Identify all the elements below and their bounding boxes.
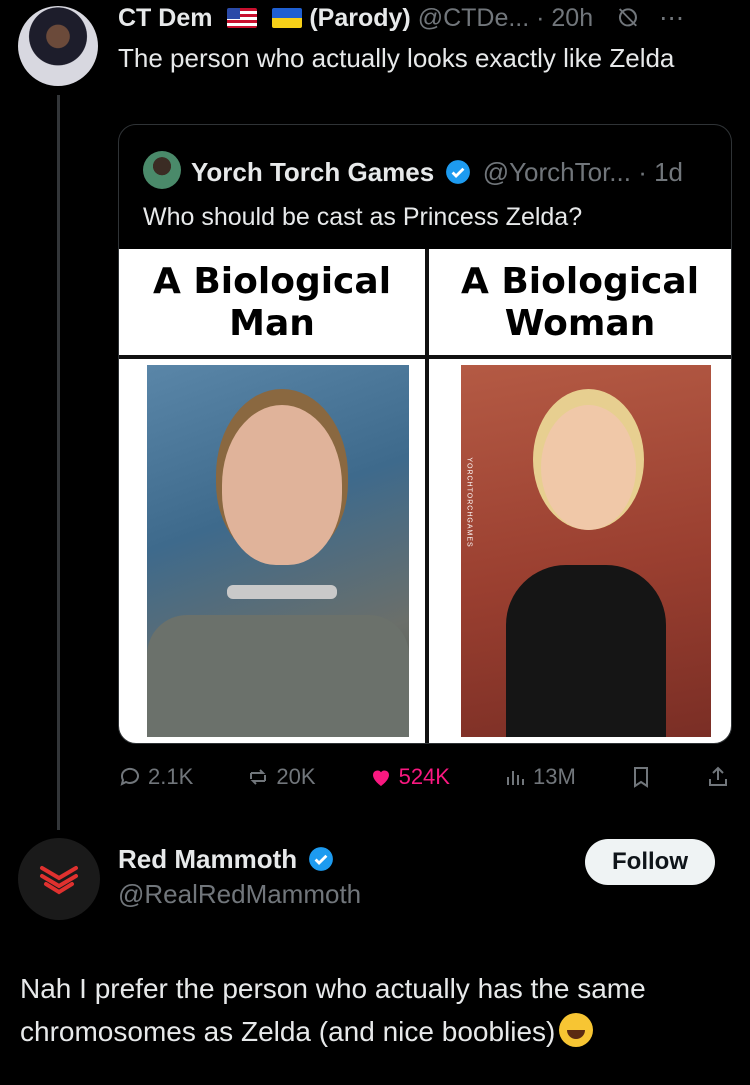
follow-button[interactable]: Follow [585, 839, 715, 885]
heart-icon [372, 770, 389, 786]
meme-watermark: YORCHTORCHGAMES [465, 457, 473, 548]
repost-icon [250, 769, 267, 785]
reply-text: Nah I prefer the person who actually has… [20, 973, 646, 1047]
reply-button[interactable]: 2.1K [118, 764, 193, 790]
thread-line [57, 95, 60, 830]
verified-icon [446, 160, 471, 184]
bookmark-icon [633, 767, 648, 788]
quote-text: Who should be cast as Princess Zelda? [143, 203, 583, 231]
action-bar: 2.1K 20K 524K 13M [118, 760, 730, 794]
author-handle-time[interactable]: @CTDe... · 20h [418, 4, 593, 32]
tweet-header: CT Dem (Parody) @CTDe... · 20h ⦰ ⋯ [118, 3, 684, 33]
verified-icon [309, 847, 334, 871]
view-count: 13M [533, 764, 576, 789]
like-count: 524K [398, 764, 450, 789]
reply-icon [120, 767, 139, 786]
quote-header: Yorch Torch Games @YorchTor... · 1d [143, 151, 683, 189]
avatar[interactable] [18, 6, 98, 86]
right-photo [461, 365, 711, 737]
repost-button[interactable]: 20K [246, 764, 316, 790]
reply-count: 2.1K [148, 764, 194, 789]
quote-avatar [143, 151, 181, 189]
quote-handle-time: @YorchTor... · 1d [482, 157, 683, 187]
author-name[interactable]: CT Dem [118, 4, 212, 32]
right-caption: A Biological Woman [460, 261, 700, 344]
reply-handle[interactable]: @RealRedMammoth [118, 879, 361, 910]
right-photo-face [541, 405, 636, 530]
like-button[interactable]: 524K [369, 764, 450, 790]
bookmark-button[interactable] [629, 765, 653, 789]
reply-avatar[interactable] [18, 838, 100, 920]
quote-author: Yorch Torch Games [191, 157, 435, 187]
meme-vertical-divider [425, 249, 429, 743]
meme-image[interactable]: A Biological Man A Biological Woman YORC… [119, 249, 731, 743]
views-button[interactable]: 13M [503, 764, 576, 790]
share-icon [709, 766, 727, 786]
reply-text-block: Nah I prefer the person who actually has… [20, 967, 740, 1053]
laughing-emoji-icon [559, 1013, 594, 1047]
tweet-text: The person who actually looks exactly li… [118, 43, 675, 73]
quoted-tweet[interactable]: Yorch Torch Games @YorchTor... · 1d Who … [118, 124, 732, 744]
us-flag-icon [227, 8, 258, 28]
right-photo-dress [506, 565, 666, 737]
red-mammoth-logo-icon [40, 866, 78, 895]
left-caption: A Biological Man [152, 261, 392, 344]
parody-tag: (Parody) [309, 4, 411, 32]
share-button[interactable] [706, 765, 730, 789]
ukraine-flag-icon [272, 8, 303, 28]
grok-icon[interactable]: ⦰ [618, 4, 638, 32]
meme-horizontal-divider [119, 355, 731, 359]
reply-author: Red Mammoth [118, 844, 298, 874]
left-photo [147, 365, 409, 737]
left-photo-face [222, 405, 342, 565]
left-photo-top [147, 615, 409, 737]
repost-count: 20K [276, 764, 316, 789]
reply-author-row[interactable]: Red Mammoth [118, 844, 338, 875]
analytics-icon [507, 771, 525, 785]
more-icon[interactable]: ⋯ [659, 4, 684, 32]
left-photo-choker [227, 585, 337, 599]
